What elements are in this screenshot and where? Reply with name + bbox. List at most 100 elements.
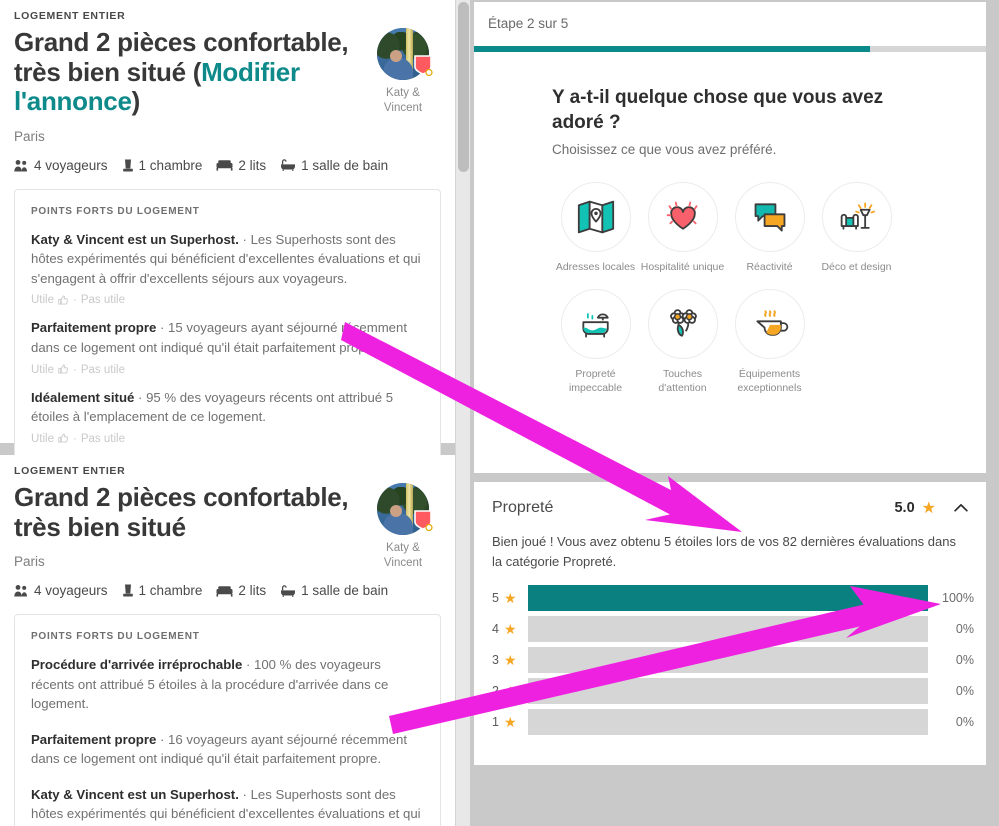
- rating-bar-track: [528, 678, 928, 704]
- guests-icon: [14, 584, 29, 597]
- fact-bathroom: 1 salle de bain: [280, 158, 388, 173]
- option-icon-circle[interactable]: [560, 288, 631, 359]
- rating-bar-label: 1 ★: [492, 714, 528, 731]
- highlight-item: Parfaitement propre · 16 voyageurs ayant…: [31, 730, 424, 769]
- screenshot-root: LOGEMENT ENTIER Grand 2 pièces confortab…: [0, 0, 999, 826]
- scrollbar-thumb[interactable]: [458, 2, 469, 172]
- highlight-text: Katy & Vincent est un Superhost. · Les S…: [31, 785, 424, 826]
- highlight-vote-row[interactable]: Utile · Pas utile: [31, 364, 424, 376]
- rating-bar-row: 1 ★ 0%: [492, 709, 974, 735]
- rating-bar-label: 3 ★: [492, 652, 528, 669]
- rating-bar-track: [528, 585, 928, 611]
- fact-bedroom-label: 1 chambre: [138, 583, 203, 599]
- host-name: Katy & Vincent: [383, 542, 423, 569]
- bed-icon: [216, 585, 233, 597]
- survey-subtitle: Choisissez ce que vous avez préféré.: [552, 142, 777, 158]
- chevron-up-icon[interactable]: [952, 499, 970, 517]
- rating-header[interactable]: Propreté 5.0 ★: [474, 482, 988, 518]
- fact-bathroom-label: 1 salle de bain: [301, 583, 389, 599]
- listing-highlights: POINTS FORTS DU LOGEMENT Katy & Vincent …: [14, 188, 441, 470]
- highlight-vote-row[interactable]: Utile · Pas utile: [31, 433, 424, 445]
- fact-guests-label: 4 voyageurs: [34, 157, 108, 173]
- highlight-bold: Katy & Vincent est un Superhost.: [31, 231, 239, 247]
- fact-bathroom: 1 salle de bain: [280, 583, 388, 598]
- host-block[interactable]: Katy & Vincent: [369, 28, 437, 116]
- highlight-vote-row[interactable]: Utile · Pas utile: [31, 294, 424, 306]
- vote-useful-label[interactable]: Utile: [31, 433, 54, 445]
- fact-guests-label: 4 voyageurs: [34, 583, 108, 599]
- cup-icon: [755, 309, 788, 336]
- listing-card[interactable]: LOGEMENT ENTIER Grand 2 pièces confortab…: [0, 0, 455, 470]
- option-icon-circle[interactable]: [734, 182, 805, 253]
- vote-useful-label[interactable]: Utile: [31, 294, 54, 306]
- vote-not-useful-label[interactable]: Pas utile: [81, 294, 125, 306]
- bathtub-icon: [581, 312, 609, 338]
- option-icon-circle[interactable]: [821, 182, 892, 253]
- highlight-bold: Parfaitement propre: [31, 320, 157, 336]
- rating-bar-percent: 0%: [955, 715, 974, 729]
- survey-option-equipements-exceptionnels[interactable]: Équipements exceptionnels: [726, 288, 813, 395]
- page-title: Grand 2 pièces confortable, très bien si…: [14, 27, 369, 117]
- star-icon: ★: [503, 651, 517, 668]
- highlight-item: Procédure d'arrivée irréprochable · 100 …: [31, 655, 424, 714]
- highlight-text: Parfaitement propre · 15 voyageurs ayant…: [31, 318, 424, 357]
- option-icon-circle[interactable]: [647, 288, 718, 359]
- rating-distribution-chart: 5 ★ 100% 4 ★ 0% 3 ★ 0% 2 ★ 0% 1 ★ 0%: [492, 585, 974, 735]
- listing-kicker: LOGEMENT ENTIER: [14, 10, 126, 22]
- survey-option-adresses-locales[interactable]: Adresses locales: [552, 182, 639, 274]
- vote-not-useful-label[interactable]: Pas utile: [81, 433, 125, 445]
- fact-bathroom-label: 1 salle de bain: [301, 157, 389, 173]
- right-page-margin: [986, 0, 999, 826]
- survey-option-proprete-impeccable[interactable]: Propreté impeccable: [552, 288, 639, 395]
- listing-card[interactable]: LOGEMENT ENTIER Grand 2 pièces confortab…: [0, 455, 455, 826]
- rating-bar-stars-count: 5: [492, 591, 499, 605]
- highlight-bold: Katy & Vincent est un Superhost.: [31, 786, 239, 802]
- option-icon-circle[interactable]: [734, 288, 805, 359]
- vote-useful-label[interactable]: Utile: [31, 364, 54, 376]
- option-label: Réactivité: [746, 261, 793, 274]
- star-icon: ★: [503, 620, 517, 637]
- rating-bar-label: 4 ★: [492, 621, 528, 638]
- star-icon: ★: [503, 589, 517, 606]
- host-block[interactable]: Katy & Vincent: [369, 483, 437, 571]
- thumbs-up-icon[interactable]: [58, 364, 69, 375]
- survey-option-reactivite[interactable]: Réactivité: [726, 182, 813, 274]
- page-title: Grand 2 pièces confortable, très bien si…: [14, 482, 349, 542]
- bedroom-icon: [122, 159, 134, 172]
- chat-icon: [754, 203, 785, 232]
- thumbs-up-icon[interactable]: [58, 433, 69, 444]
- option-icon-circle[interactable]: [560, 182, 631, 253]
- vote-separator: ·: [73, 363, 77, 376]
- progress-bar-track: [474, 46, 988, 52]
- rating-bar-track: [528, 709, 928, 735]
- listing-city: Paris: [14, 128, 45, 144]
- rating-bar-stars-count: 2: [492, 684, 499, 698]
- listing-facts: 4 voyageurs 1 chambre 2 lits 1 salle de …: [14, 158, 441, 173]
- survey-option-touches-dattention[interactable]: Touches d'attention: [639, 288, 726, 395]
- survey-option-hospitalite-unique[interactable]: Hospitalité unique: [639, 182, 726, 274]
- rating-bar-percent: 100%: [942, 591, 974, 605]
- listing-highlights: POINTS FORTS DU LOGEMENT Procédure d'arr…: [14, 614, 441, 826]
- rating-bar-track: [528, 616, 928, 642]
- rating-bar-stars-count: 3: [492, 653, 499, 667]
- survey-option-deco-et-design[interactable]: Déco et design: [813, 182, 900, 274]
- lamp-chair-icon: [840, 202, 875, 231]
- guests-icon: [14, 159, 29, 172]
- option-label: Déco et design: [821, 261, 892, 274]
- star-icon: ★: [503, 713, 517, 730]
- fact-bedroom-label: 1 chambre: [138, 157, 203, 173]
- rating-bar-row: 3 ★ 0%: [492, 647, 974, 673]
- bathroom-icon: [280, 159, 296, 172]
- rating-bar-stars-count: 4: [492, 622, 499, 636]
- option-label: Équipements exceptionnels: [737, 367, 802, 394]
- highlight-text: Procédure d'arrivée irréprochable · 100 …: [31, 655, 424, 714]
- thumbs-up-icon[interactable]: [58, 295, 69, 306]
- rating-message: Bien joué ! Vous avez obtenu 5 étoiles l…: [492, 534, 956, 569]
- vote-not-useful-label[interactable]: Pas utile: [81, 364, 125, 376]
- left-panel-scrollbar[interactable]: [455, 0, 470, 826]
- highlight-text: Parfaitement propre · 16 voyageurs ayant…: [31, 730, 424, 769]
- fact-beds-label: 2 lits: [238, 157, 267, 173]
- option-icon-circle[interactable]: [647, 182, 718, 253]
- flowers-icon: [669, 308, 697, 337]
